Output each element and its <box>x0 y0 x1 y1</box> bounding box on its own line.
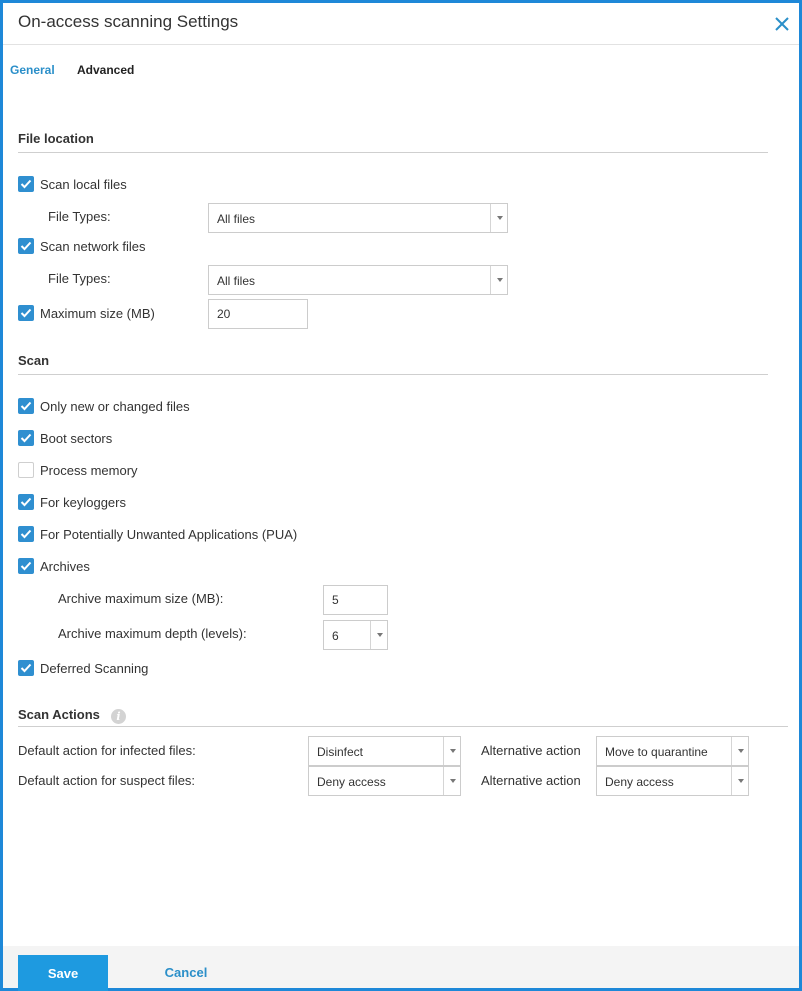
suspect-alt-action-select[interactable]: Deny access <box>596 766 749 796</box>
deferred-scanning-checkbox[interactable] <box>18 660 34 676</box>
chevron-down-icon <box>370 621 387 649</box>
section-title-scan-actions: Scan Actions <box>18 707 100 722</box>
infected-alt-action-value: Move to quarantine <box>605 745 708 759</box>
maximum-size-input[interactable] <box>208 299 308 329</box>
chevron-down-icon <box>490 266 507 294</box>
infected-action-label: Default action for infected files: <box>18 743 196 758</box>
chevron-down-icon <box>443 767 460 795</box>
scan-local-files-label: Scan local files <box>40 176 127 192</box>
info-icon[interactable]: i <box>111 709 126 724</box>
infected-alt-action-label: Alternative action <box>481 743 581 758</box>
suspect-alt-action-value: Deny access <box>605 775 674 789</box>
suspect-action-select[interactable]: Deny access <box>308 766 461 796</box>
scan-network-files-label: Scan network files <box>40 238 146 254</box>
suspect-action-label: Default action for suspect files: <box>18 773 196 788</box>
scan-network-files-option: Scan network files <box>18 237 146 255</box>
network-file-types-value: All files <box>217 274 256 288</box>
dialog-footer <box>3 946 799 988</box>
chevron-down-icon <box>490 204 507 232</box>
boot-sectors-label: Boot sectors <box>40 430 113 446</box>
section-divider <box>18 152 768 153</box>
infected-action-select[interactable]: Disinfect <box>308 736 461 766</box>
local-file-types-select[interactable]: All files <box>208 203 508 233</box>
close-icon[interactable] <box>771 13 793 35</box>
settings-dialog: On-access scanning Settings General Adva… <box>0 0 802 991</box>
pua-checkbox[interactable] <box>18 526 34 542</box>
archive-max-depth-value: 6 <box>332 629 339 643</box>
infected-alt-action-select[interactable]: Move to quarantine <box>596 736 749 766</box>
for-keyloggers-option: For keyloggers <box>18 493 126 511</box>
pua-option: For Potentially Unwanted Applications (P… <box>18 525 297 543</box>
scan-local-files-option: Scan local files <box>18 175 127 193</box>
section-title-file-location: File location <box>18 131 94 146</box>
local-file-types-value: All files <box>217 212 256 226</box>
tab-general[interactable]: General <box>10 63 55 77</box>
cancel-button[interactable]: Cancel <box>141 965 231 980</box>
only-new-or-changed-files-option: Only new or changed files <box>18 397 190 415</box>
local-file-types-label: File Types: <box>48 209 111 224</box>
boot-sectors-checkbox[interactable] <box>18 430 34 446</box>
only-new-or-changed-files-label: Only new or changed files <box>40 398 190 414</box>
dialog-title: On-access scanning Settings <box>18 12 239 31</box>
deferred-scanning-label: Deferred Scanning <box>40 660 149 676</box>
tab-advanced[interactable]: Advanced <box>77 63 134 77</box>
process-memory-option: Process memory <box>18 461 138 479</box>
network-file-types-label: File Types: <box>48 271 111 286</box>
maximum-size-option: Maximum size (MB) <box>18 304 155 322</box>
dialog-header: On-access scanning Settings <box>3 3 799 45</box>
network-file-types-select[interactable]: All files <box>208 265 508 295</box>
deferred-scanning-option: Deferred Scanning <box>18 659 148 677</box>
infected-action-value: Disinfect <box>317 745 364 759</box>
archive-max-size-input[interactable] <box>323 585 388 615</box>
pua-label: For Potentially Unwanted Applications (P… <box>40 526 298 542</box>
archive-max-size-label: Archive maximum size (MB): <box>58 591 224 606</box>
boot-sectors-option: Boot sectors <box>18 429 112 447</box>
scan-network-files-checkbox[interactable] <box>18 238 34 254</box>
for-keyloggers-label: For keyloggers <box>40 494 126 510</box>
maximum-size-label: Maximum size (MB) <box>40 305 155 321</box>
save-button[interactable]: Save <box>18 955 108 991</box>
section-title-scan: Scan <box>18 353 50 368</box>
archive-max-depth-select[interactable]: 6 <box>323 620 388 650</box>
section-divider <box>18 726 788 727</box>
for-keyloggers-checkbox[interactable] <box>18 494 34 510</box>
process-memory-checkbox[interactable] <box>18 462 34 478</box>
suspect-alt-action-label: Alternative action <box>481 773 581 788</box>
archives-label: Archives <box>40 558 90 574</box>
archives-option: Archives <box>18 557 90 575</box>
scan-local-files-checkbox[interactable] <box>18 176 34 192</box>
chevron-down-icon <box>731 737 748 765</box>
suspect-action-value: Deny access <box>317 775 386 789</box>
maximum-size-checkbox[interactable] <box>18 305 34 321</box>
section-divider <box>18 374 768 375</box>
chevron-down-icon <box>731 767 748 795</box>
only-new-or-changed-files-checkbox[interactable] <box>18 398 34 414</box>
archives-checkbox[interactable] <box>18 558 34 574</box>
process-memory-label: Process memory <box>40 462 138 478</box>
archive-max-depth-label: Archive maximum depth (levels): <box>58 626 247 641</box>
chevron-down-icon <box>443 737 460 765</box>
